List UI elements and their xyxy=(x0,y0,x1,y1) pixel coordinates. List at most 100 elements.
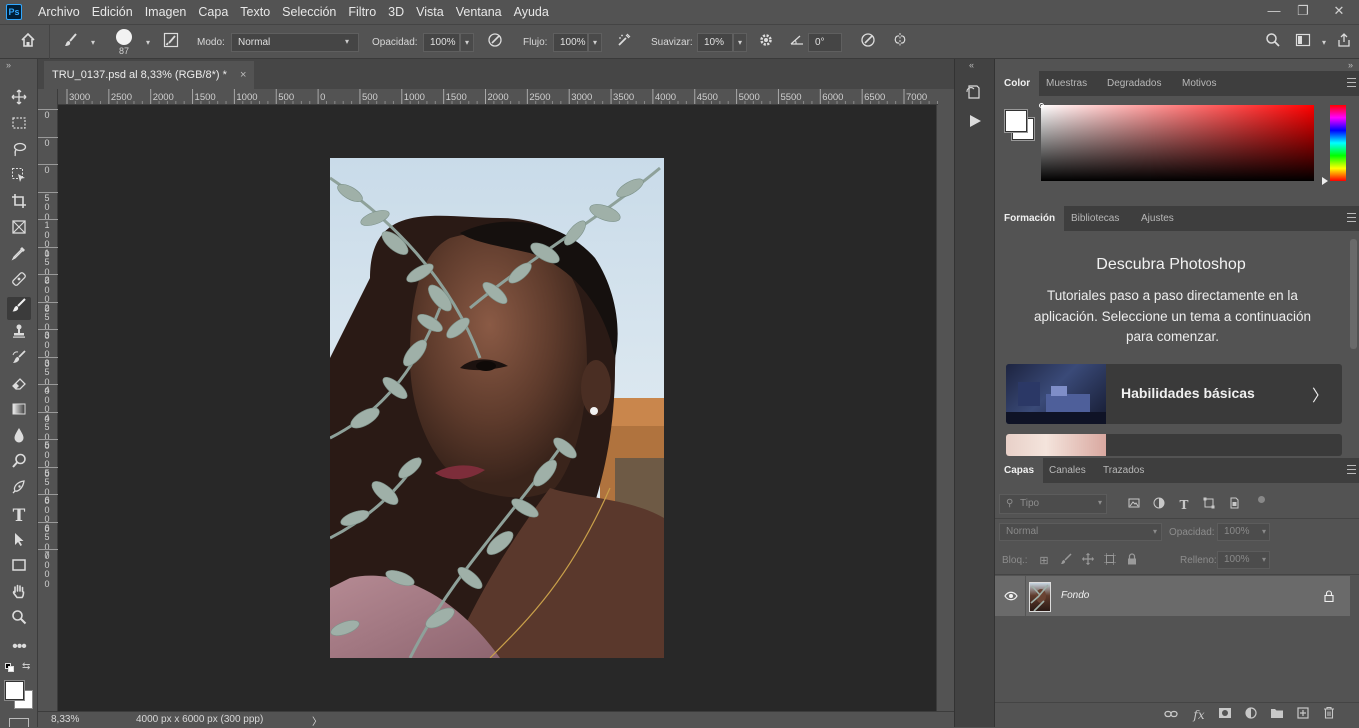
search-icon[interactable] xyxy=(1262,32,1284,54)
flow-dropdown[interactable]: ▾ xyxy=(588,33,602,52)
blur-tool-icon[interactable] xyxy=(7,427,31,450)
portrait-photo[interactable] xyxy=(330,158,664,658)
swap-colors-icon[interactable]: ⇆ xyxy=(22,661,30,672)
tab-muestras[interactable]: Muestras xyxy=(1037,71,1096,96)
document-canvas[interactable] xyxy=(58,105,936,711)
symmetry-icon[interactable] xyxy=(889,32,911,54)
default-colors-icon[interactable] xyxy=(5,663,14,672)
lock-all-icon[interactable] xyxy=(1123,552,1141,570)
menu-capa[interactable]: Capa xyxy=(192,0,234,24)
filter-smart-object-icon[interactable] xyxy=(1225,496,1243,514)
close-icon[interactable]: × xyxy=(240,61,246,89)
lock-artboard-icon[interactable] xyxy=(1101,552,1119,570)
workspace-icon[interactable] xyxy=(1292,32,1314,54)
dodge-tool-icon[interactable] xyxy=(7,453,31,476)
lock-image-icon[interactable] xyxy=(1057,552,1075,570)
filter-pixel-icon[interactable] xyxy=(1125,496,1143,514)
more-tools-icon[interactable]: ••• xyxy=(7,635,31,658)
menu-texto[interactable]: Texto xyxy=(234,0,276,24)
filter-toggle-icon[interactable] xyxy=(1258,496,1265,503)
tab-motivos[interactable]: Motivos xyxy=(1173,71,1225,96)
restore-button[interactable]: ❐ xyxy=(1286,0,1320,24)
tab-canales[interactable]: Canales xyxy=(1040,458,1095,483)
frame-tool-icon[interactable] xyxy=(7,219,31,242)
brush-tool-preset-icon[interactable] xyxy=(60,32,82,54)
add-mask-icon[interactable] xyxy=(1215,705,1235,725)
tab-degradados[interactable]: Degradados xyxy=(1098,71,1170,96)
zoom-tool-icon[interactable] xyxy=(7,609,31,632)
color-picker-field[interactable] xyxy=(1041,105,1314,181)
panel-menu-icon[interactable] xyxy=(1347,465,1356,474)
chevron-down-icon[interactable]: ▾ xyxy=(137,32,159,54)
home-icon[interactable] xyxy=(17,32,39,54)
collapse-panels-icon[interactable]: » xyxy=(1348,60,1353,70)
brush-tool-icon[interactable] xyxy=(7,297,31,320)
type-tool-icon[interactable]: T xyxy=(7,505,31,528)
tab-bibliotecas[interactable]: Bibliotecas xyxy=(1062,206,1128,231)
pressure-size-icon[interactable] xyxy=(857,32,879,54)
filter-type-icon[interactable]: T xyxy=(1175,496,1193,514)
layer-row-fondo[interactable]: Fondo xyxy=(995,576,1350,616)
status-menu-arrow[interactable]: 〉 xyxy=(312,713,322,728)
link-layers-icon[interactable] xyxy=(1161,705,1181,725)
close-window-button[interactable]: ✕ xyxy=(1322,0,1356,24)
menu-seleccion[interactable]: Selección xyxy=(276,0,342,24)
new-layer-icon[interactable] xyxy=(1293,705,1313,725)
learn-scrollbar[interactable] xyxy=(1350,239,1357,349)
menu-imagen[interactable]: Imagen xyxy=(139,0,193,24)
collapse-toolbar-icon[interactable]: » xyxy=(6,60,11,70)
move-tool-icon[interactable] xyxy=(7,89,31,112)
layer-style-fx-icon[interactable]: fx xyxy=(1189,705,1209,725)
foreground-color-swatch[interactable] xyxy=(5,681,24,700)
brush-size-preview[interactable] xyxy=(116,29,132,45)
hand-tool-icon[interactable] xyxy=(7,583,31,606)
menu-filtro[interactable]: Filtro xyxy=(342,0,382,24)
layer-opacity-input[interactable]: 100% ▾ xyxy=(1217,523,1270,541)
tab-capas[interactable]: Capas xyxy=(995,458,1044,483)
hue-slider-handle[interactable] xyxy=(1322,177,1328,185)
menu-ventana[interactable]: Ventana xyxy=(450,0,508,24)
learn-card-2[interactable] xyxy=(1006,434,1342,456)
opacity-dropdown[interactable]: ▾ xyxy=(460,33,474,52)
clone-stamp-tool-icon[interactable] xyxy=(7,323,31,346)
tab-trazados[interactable]: Trazados xyxy=(1094,458,1153,483)
new-adjustment-layer-icon[interactable] xyxy=(1241,705,1261,725)
healing-brush-tool-icon[interactable] xyxy=(7,271,31,294)
layer-filter-select[interactable]: ⚲ Tipo ▾ xyxy=(999,494,1107,514)
panel-menu-icon[interactable] xyxy=(1347,78,1356,87)
eyedropper-tool-icon[interactable] xyxy=(7,245,31,268)
quick-mask-icon[interactable] xyxy=(9,718,29,727)
menu-vista[interactable]: Vista xyxy=(410,0,450,24)
zoom-level[interactable]: 8,33% xyxy=(51,714,79,725)
layer-name[interactable]: Fondo xyxy=(1061,590,1089,601)
filter-shape-icon[interactable] xyxy=(1200,496,1218,514)
angle-input[interactable]: 0° xyxy=(808,33,842,52)
tab-ajustes[interactable]: Ajustes xyxy=(1132,206,1183,231)
document-tab[interactable]: TRU_0137.psd al 8,33% (RGB/8*) * × xyxy=(44,61,254,89)
flow-input[interactable]: 100% xyxy=(553,33,588,52)
hue-slider[interactable] xyxy=(1330,105,1346,181)
tab-color[interactable]: Color xyxy=(995,71,1040,96)
trash-icon[interactable] xyxy=(1319,705,1339,725)
brush-settings-panel-icon[interactable] xyxy=(160,32,182,54)
lock-transparency-icon[interactable]: ⊞ xyxy=(1035,552,1053,570)
rectangle-tool-icon[interactable] xyxy=(7,557,31,580)
smoothing-input[interactable]: 10% xyxy=(697,33,733,52)
object-selection-tool-icon[interactable] xyxy=(7,167,31,190)
airbrush-icon[interactable] xyxy=(613,32,635,54)
share-icon[interactable] xyxy=(1333,32,1355,54)
tab-formacion[interactable]: Formación xyxy=(995,206,1065,231)
panel-menu-icon[interactable] xyxy=(1347,213,1356,222)
eraser-tool-icon[interactable] xyxy=(7,375,31,398)
menu-edicion[interactable]: Edición xyxy=(86,0,139,24)
smoothing-dropdown[interactable]: ▾ xyxy=(733,33,747,52)
collapse-panels-icon[interactable]: « xyxy=(969,60,974,70)
gear-icon[interactable] xyxy=(755,32,777,54)
vertical-scrollbar[interactable] xyxy=(936,105,954,711)
filter-adjustment-icon[interactable] xyxy=(1150,496,1168,514)
pressure-opacity-icon[interactable] xyxy=(484,32,506,54)
play-actions-icon[interactable] xyxy=(967,113,985,131)
history-brush-tool-icon[interactable] xyxy=(7,349,31,372)
menu-ayuda[interactable]: Ayuda xyxy=(508,0,555,24)
menu-archivo[interactable]: Archivo xyxy=(32,0,86,24)
